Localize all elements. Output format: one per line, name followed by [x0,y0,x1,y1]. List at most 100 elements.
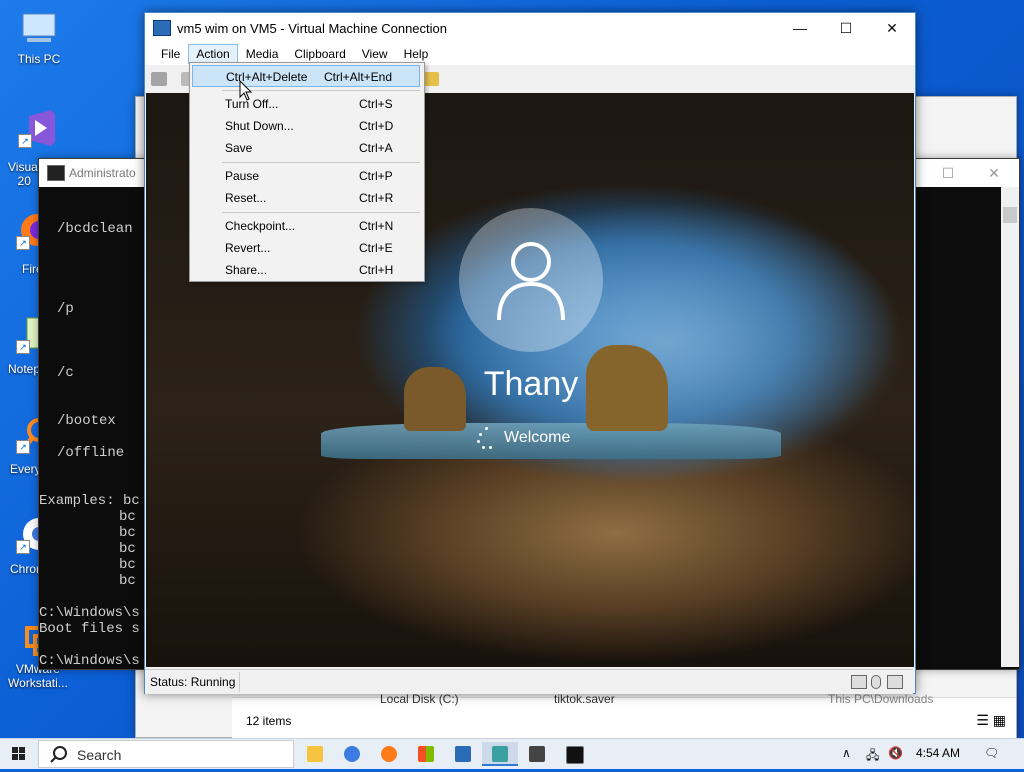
cmd-line: bc [119,557,136,573]
show-hidden-icons-icon[interactable]: ∧ [842,746,851,760]
taskbar-file-explorer[interactable] [297,742,333,766]
explorer-item-local-disk[interactable]: Local Disk (C:) [380,692,459,706]
taskbar-app[interactable] [519,742,555,766]
menu-item-turn-off[interactable]: Turn Off... Ctrl+S [192,93,420,115]
search-placeholder: Search [77,747,122,763]
menu-file[interactable]: File [153,44,188,64]
taskbar-firefox[interactable] [371,742,407,766]
close-icon[interactable]: ✕ [971,159,1017,187]
explorer-status-area: Local Disk (C:) tiktok.saver This PC\Dow… [232,692,1016,738]
taskbar-hyperv-manager[interactable] [445,742,481,766]
menu-item-shortcut: Ctrl+S [359,97,393,111]
cmd-line: Boot files s [39,621,140,637]
taskbar-vm-connection[interactable] [482,742,518,766]
taskbar-search[interactable]: Search [38,740,294,768]
cmd-line: bc [119,573,136,589]
cmd-line: /c [57,365,74,381]
firefox-icon [381,746,397,762]
menu-action[interactable]: Action [188,44,238,64]
shortcut-arrow-icon: ↗ [16,236,30,250]
menu-item-shortcut: Ctrl+E [359,241,393,255]
desktop-icon-this-pc[interactable]: This PC [4,8,74,66]
vm-connection-app-icon [153,20,171,36]
cmd-line: Examples: bc [39,493,140,509]
shortcut-arrow-icon: ↗ [16,440,30,454]
menu-separator [222,212,420,213]
taskbar-chrome[interactable] [334,742,370,766]
explorer-item-file[interactable]: tiktok.saver [554,692,615,706]
maximize-icon[interactable]: ☐ [823,13,869,43]
share-icon[interactable] [423,72,439,86]
minimize-icon[interactable]: — [777,13,823,43]
mouse-icon [871,675,881,689]
status-divider [239,672,240,692]
search-icon [50,746,67,763]
cmd-line: /offline [57,445,125,461]
menu-item-revert[interactable]: Revert... Ctrl+E [192,237,420,259]
menu-item-label: Shut Down... [225,119,294,133]
notifications-icon[interactable]: 🗨 [984,746,999,760]
menu-view[interactable]: View [354,44,396,64]
menu-item-pause[interactable]: Pause Ctrl+P [192,165,420,187]
taskbar-store[interactable] [408,742,444,766]
cmd-scrollbar[interactable] [1001,187,1019,667]
cmd-line: C:\Windows\s [39,605,140,621]
cmd-line: bc [119,525,136,541]
shortcut-arrow-icon: ↗ [16,340,30,354]
taskbar-clock[interactable]: 4:54 AM [916,746,960,760]
cmd-title: Administrato [69,166,136,180]
store-icon [418,746,434,762]
menu-item-reset[interactable]: Reset... Ctrl+R [192,187,420,209]
menu-item-shortcut: Ctrl+D [359,119,394,133]
menu-separator [222,162,420,163]
vm-window-title: vm5 wim on VM5 - Virtual Machine Connect… [177,20,447,36]
close-icon[interactable]: ✕ [869,13,915,43]
shortcut-arrow-icon: ↗ [16,540,30,554]
menu-item-label: Pause [225,169,260,183]
app-icon [529,746,545,762]
cmd-line: C:\Windows\s [39,653,140,669]
menu-item-shortcut: Ctrl+N [359,219,394,233]
menu-item-label: Save [225,141,253,155]
shortcut-arrow-icon: ↗ [18,134,32,148]
desktop-icon-visual-studio[interactable]: ↗ Visual 20 [4,108,74,188]
menu-help[interactable]: Help [396,44,437,64]
menu-clipboard[interactable]: Clipboard [286,44,353,64]
start-button[interactable] [0,739,38,769]
lock-icon [887,675,903,689]
menu-item-label: Revert... [225,241,271,255]
desktop-icon-label: Visual 20 [8,160,41,188]
menu-media[interactable]: Media [238,44,287,64]
menu-item-ctrl-alt-delete[interactable]: Ctrl+Alt+Delete Ctrl+Alt+End [192,65,420,87]
desktop-icon-label: Notep [8,362,41,376]
vm-status-text: Status: Running [150,675,236,689]
maximize-icon[interactable]: ☐ [925,159,971,187]
taskbar-cmd[interactable] [556,742,592,766]
cmd-icon [47,165,65,181]
user-icon [497,242,565,321]
ctrl-alt-del-icon[interactable] [151,72,167,86]
cmd-line: /p [57,301,74,317]
username: Thany [483,365,579,403]
vm-connection-icon [492,746,508,762]
explorer-item-count: 12 items [246,714,292,728]
menu-item-share[interactable]: Share... Ctrl+H [192,259,420,281]
view-toggle-icon[interactable]: ☰ ▦ [976,712,1006,729]
menu-item-shortcut: Ctrl+P [359,169,393,183]
menu-item-shut-down[interactable]: Shut Down... Ctrl+D [192,115,420,137]
desktop-icon-label: This PC [17,52,61,66]
volume-muted-icon[interactable]: 🔇 [888,746,903,760]
menu-item-label: Share... [225,263,268,277]
chrome-icon [344,746,360,762]
cmd-line: bc [119,541,136,557]
menu-item-checkpoint[interactable]: Checkpoint... Ctrl+N [192,215,420,237]
cmd-line: bc [119,509,136,525]
cmd-line: /bcdclean [57,221,133,237]
menu-item-label: Checkpoint... [225,219,296,233]
menu-item-save[interactable]: Save Ctrl+A [192,137,420,159]
network-icon[interactable]: 🖧 [866,746,879,767]
folder-icon [307,746,323,762]
scroll-thumb[interactable] [1003,207,1017,223]
hyper-v-icon [455,746,471,762]
welcome-text: Welcome [504,429,571,447]
